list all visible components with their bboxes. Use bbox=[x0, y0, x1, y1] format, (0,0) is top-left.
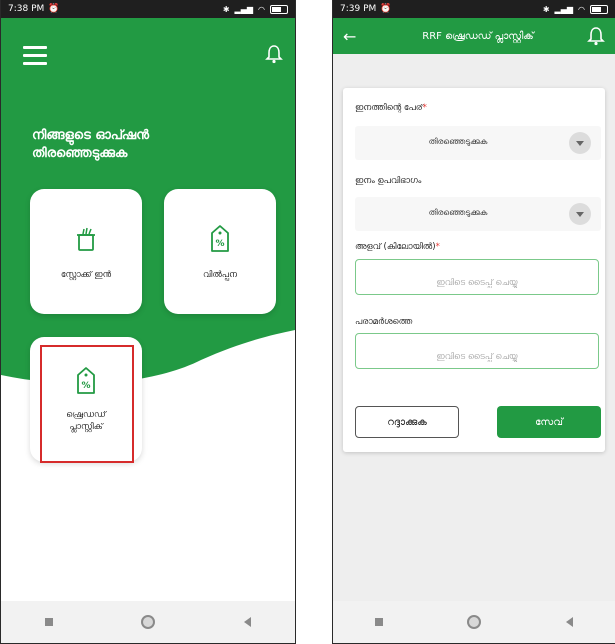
required-mark: * bbox=[435, 242, 440, 252]
page-title: നിങ്ങളുടെ ഓപ്ഷൻ തിരഞ്ഞെടുക്കുക bbox=[32, 128, 150, 161]
status-time: 7:39 PM bbox=[340, 4, 377, 14]
subcategory-select-value: തിരഞ്ഞെടുക്കുക bbox=[428, 208, 488, 217]
selection-highlight bbox=[40, 345, 134, 463]
subcategory-label: ഇനം ഉപവിഭാഗം bbox=[355, 176, 422, 186]
screen-title: RRF ഷ്രെഡഡ് പ്ലാസ്റ്റിക് bbox=[422, 30, 534, 42]
required-mark: * bbox=[422, 103, 427, 113]
item-name-select-value: തിരഞ്ഞെടുക്കുക bbox=[428, 137, 488, 146]
wifi-icon: ◠ bbox=[578, 4, 585, 14]
battery-icon bbox=[590, 4, 608, 14]
navigation-bar bbox=[333, 601, 615, 643]
navigation-bar bbox=[1, 601, 295, 643]
status-icons: ✱ ▂▄▆ ◠ bbox=[222, 4, 288, 14]
shredded-plastic-form-screen: 7:39 PM ⏰ ✱ ▂▄▆ ◠ ← RRF ഷ്രെഡഡ് പ്ലാസ്റ്… bbox=[332, 0, 615, 644]
back-arrow-icon[interactable]: ← bbox=[343, 27, 369, 46]
alarm-icon: ⏰ bbox=[380, 4, 392, 14]
remarks-field[interactable] bbox=[355, 333, 599, 369]
bell-icon[interactable] bbox=[587, 26, 605, 46]
home-icon[interactable] bbox=[467, 615, 482, 629]
status-bar: 7:38 PM ⏰ ✱ ▂▄▆ ◠ bbox=[1, 0, 295, 18]
chevron-down-icon bbox=[569, 132, 591, 154]
stock-in-tile[interactable]: സ്റ്റോക്ക് ഇൻ bbox=[30, 189, 142, 314]
home-screen: 7:38 PM ⏰ ✱ ▂▄▆ ◠ നിങ്ങളുടെ ഓപ്ഷൻ തിരഞ്ഞ… bbox=[0, 0, 296, 644]
sales-label: വിൽപ്പന bbox=[203, 270, 237, 280]
wifi-icon: ◠ bbox=[258, 4, 265, 14]
subcategory-select[interactable]: തിരഞ്ഞെടുക്കുക bbox=[355, 197, 601, 231]
bluetooth-icon: ✱ bbox=[222, 4, 230, 14]
cancel-button[interactable]: റദ്ദാക്കുക bbox=[355, 406, 459, 438]
battery-icon bbox=[270, 4, 288, 14]
stock-in-label: സ്റ്റോക്ക് ഇൻ bbox=[60, 270, 112, 280]
svg-text:%: % bbox=[215, 239, 224, 249]
bell-icon[interactable] bbox=[265, 44, 283, 64]
back-icon[interactable] bbox=[565, 617, 573, 627]
recents-icon[interactable] bbox=[375, 618, 384, 626]
quantity-field[interactable] bbox=[355, 259, 599, 295]
recents-icon[interactable] bbox=[45, 618, 54, 626]
save-button[interactable]: സേവ് bbox=[497, 406, 601, 438]
status-icons: ✱ ▂▄▆ ◠ bbox=[542, 4, 608, 14]
bluetooth-icon: ✱ bbox=[542, 4, 550, 14]
discount-tag-icon: % bbox=[211, 225, 229, 252]
item-name-label-text: ഇനത്തിന്റെ പേര് bbox=[355, 103, 423, 113]
status-time: 7:38 PM bbox=[8, 4, 45, 14]
remarks-label: പരാമർശത്തെ bbox=[355, 317, 413, 327]
home-icon[interactable] bbox=[141, 615, 156, 629]
signal-icon: ▂▄▆ bbox=[554, 4, 574, 14]
quantity-label-text: അളവ് (കിലോയിൽ) bbox=[355, 242, 436, 252]
signal-icon: ▂▄▆ bbox=[234, 4, 254, 14]
item-name-select[interactable]: തിരഞ്ഞെടുക്കുക bbox=[355, 126, 601, 160]
sales-tile[interactable]: % വിൽപ്പന bbox=[164, 189, 276, 314]
bin-icon bbox=[77, 227, 95, 251]
chevron-down-icon bbox=[569, 203, 591, 225]
quantity-label: അളവ് (കിലോയിൽ)* bbox=[355, 242, 440, 252]
alarm-icon: ⏰ bbox=[48, 4, 60, 14]
status-bar: 7:39 PM ⏰ ✱ ▂▄▆ ◠ bbox=[333, 0, 615, 18]
back-icon[interactable] bbox=[243, 617, 251, 627]
item-name-label: ഇനത്തിന്റെ പേര്* bbox=[355, 103, 427, 113]
app-bar: ← RRF ഷ്രെഡഡ് പ്ലാസ്റ്റിക് bbox=[333, 18, 615, 54]
menu-icon[interactable] bbox=[23, 46, 47, 65]
